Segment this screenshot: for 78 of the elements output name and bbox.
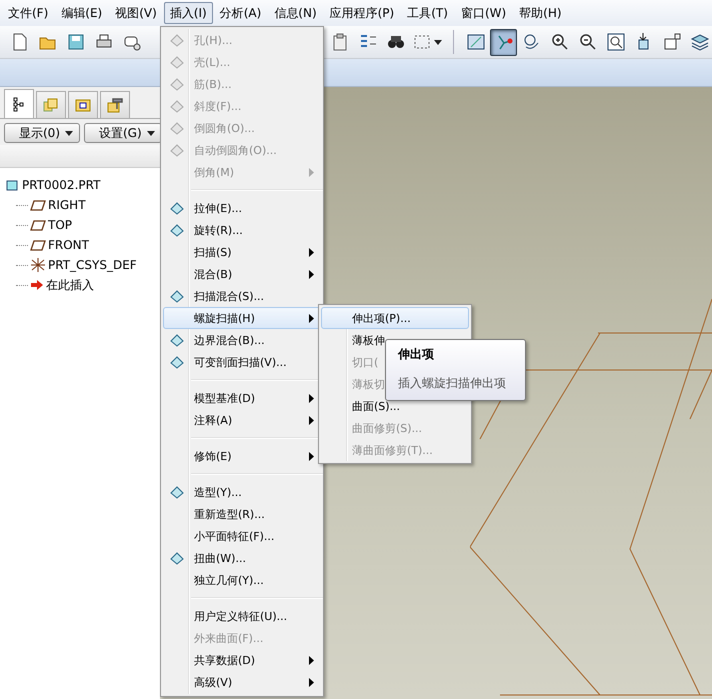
menu-item[interactable]: 旋转(R)... [163, 219, 321, 241]
menu-item[interactable]: 独立几何(Y)... [163, 569, 321, 591]
menu-item[interactable]: 边界混合(B)... [163, 329, 321, 351]
menu-label: 壳(L)... [193, 54, 230, 70]
menu-label: 小平面特征(F)... [193, 528, 274, 544]
tree-label: PRT0002.PRT [22, 178, 100, 192]
menu-item[interactable]: 用户定义特征(U)... [163, 605, 321, 627]
menu-label: 模型基准(D) [193, 390, 256, 406]
menu-item[interactable]: 注释(A) [163, 409, 321, 431]
menu-item[interactable]: 高级(V) [163, 671, 321, 693]
menu-item[interactable]: 信息(N) [268, 2, 323, 24]
tooltip-text: 插入螺旋扫描伸出项 [398, 375, 507, 392]
menu-item[interactable]: 插入(I) [164, 2, 213, 24]
menu-item[interactable]: 可变剖面扫描(V)... [163, 351, 321, 373]
tree-label: 在此插入 [46, 276, 94, 294]
menu-item[interactable]: 扭曲(W)... [163, 547, 321, 569]
menu-item[interactable]: 修饰(E) [163, 445, 321, 467]
menu-item[interactable]: 视图(V) [109, 2, 163, 24]
menu-label: 薄曲面修剪(T)... [351, 442, 433, 458]
menu-label: 可变剖面扫描(V)... [193, 354, 287, 370]
menu-label: 拉伸(E)... [193, 200, 242, 216]
menu-item[interactable]: 扫描(S) [163, 241, 321, 263]
menu-label: 孔(H)... [193, 32, 232, 48]
menu-item[interactable]: 小平面特征(F)... [163, 525, 321, 547]
menu-label: 扫描(S) [193, 244, 232, 260]
menu-item[interactable]: 编辑(E) [55, 2, 108, 24]
tree-label: FRONT [48, 238, 89, 252]
menu-label: 扭曲(W)... [193, 550, 246, 566]
tree-item[interactable]: FRONT [6, 235, 160, 255]
tree-label: PRT_CSYS_DEF [48, 258, 137, 272]
tree-label: RIGHT [48, 198, 86, 212]
menu-label: 注释(A) [193, 412, 232, 428]
menu-label: 旋转(R)... [193, 222, 243, 238]
menu-label: 薄板伸 [351, 332, 385, 348]
menu-label: 用户定义特征(U)... [193, 608, 288, 624]
menu-label: 倒圆角(O)... [193, 120, 255, 136]
tooltip-title: 伸出项 [398, 346, 435, 363]
menu-item[interactable]: 帮助(H) [513, 2, 568, 24]
menu-label: 重新造型(R)... [193, 506, 265, 522]
menu-label: 混合(B) [193, 266, 232, 282]
dropdown-button[interactable]: 显示(0) [4, 123, 80, 143]
tree-item[interactable]: TOP [6, 215, 160, 235]
menu-label: 螺旋扫描(H) [193, 310, 255, 326]
menu-item[interactable]: 造型(Y)... [163, 481, 321, 503]
menu-item[interactable]: 共享数据(D) [163, 649, 321, 671]
menu-item[interactable]: 应用程序(P) [324, 2, 400, 24]
tree-item[interactable]: 在此插入 [6, 275, 160, 295]
tree-item[interactable]: RIGHT [6, 195, 160, 215]
tree-item[interactable]: PRT0002.PRT [6, 175, 160, 195]
dropdown-button[interactable]: 设置(G) [84, 123, 162, 143]
menu-item[interactable]: 窗口(W) [454, 2, 512, 24]
tree-item[interactable]: PRT_CSYS_DEF [6, 255, 160, 275]
menu-item[interactable]: 混合(B) [163, 263, 321, 285]
menu-item[interactable]: 工具(T) [401, 2, 454, 24]
menu-label: 修饰(E) [193, 448, 232, 464]
menu-label: 扫描混合(S)... [193, 288, 264, 304]
menu-label: 倒角(M) [193, 164, 234, 180]
menu-label: 高级(V) [193, 674, 232, 690]
menu-label: 筋(B)... [193, 76, 232, 92]
menu-label: 曲面修剪(S)... [351, 420, 422, 436]
menu-item[interactable]: 扫描混合(S)... [163, 285, 321, 307]
menu-label: 造型(Y)... [193, 484, 242, 500]
menu-label: 外来曲面(F)... [193, 630, 264, 646]
menu-item[interactable]: 伸出项(P)... [321, 307, 469, 329]
menu-label: 曲面(S)... [351, 398, 400, 414]
menu-label: 共享数据(D) [193, 652, 256, 668]
menu-item[interactable]: 文件(F) [2, 2, 54, 24]
menu-label: 自动倒圆角(O)... [193, 142, 277, 158]
menu-label: 伸出项(P)... [351, 310, 411, 326]
menu-label: 边界混合(B)... [193, 332, 265, 348]
menu-item[interactable]: 重新造型(R)... [163, 503, 321, 525]
menu-label: 独立几何(Y)... [193, 572, 264, 588]
menu-item[interactable]: 模型基准(D) [163, 387, 321, 409]
menu-item[interactable]: 螺旋扫描(H) [163, 307, 321, 329]
tree-label: TOP [48, 218, 72, 232]
menu-item[interactable]: 拉伸(E)... [163, 197, 321, 219]
menu-label: 斜度(F)... [193, 98, 242, 114]
menu-item[interactable]: 分析(A) [214, 2, 268, 24]
